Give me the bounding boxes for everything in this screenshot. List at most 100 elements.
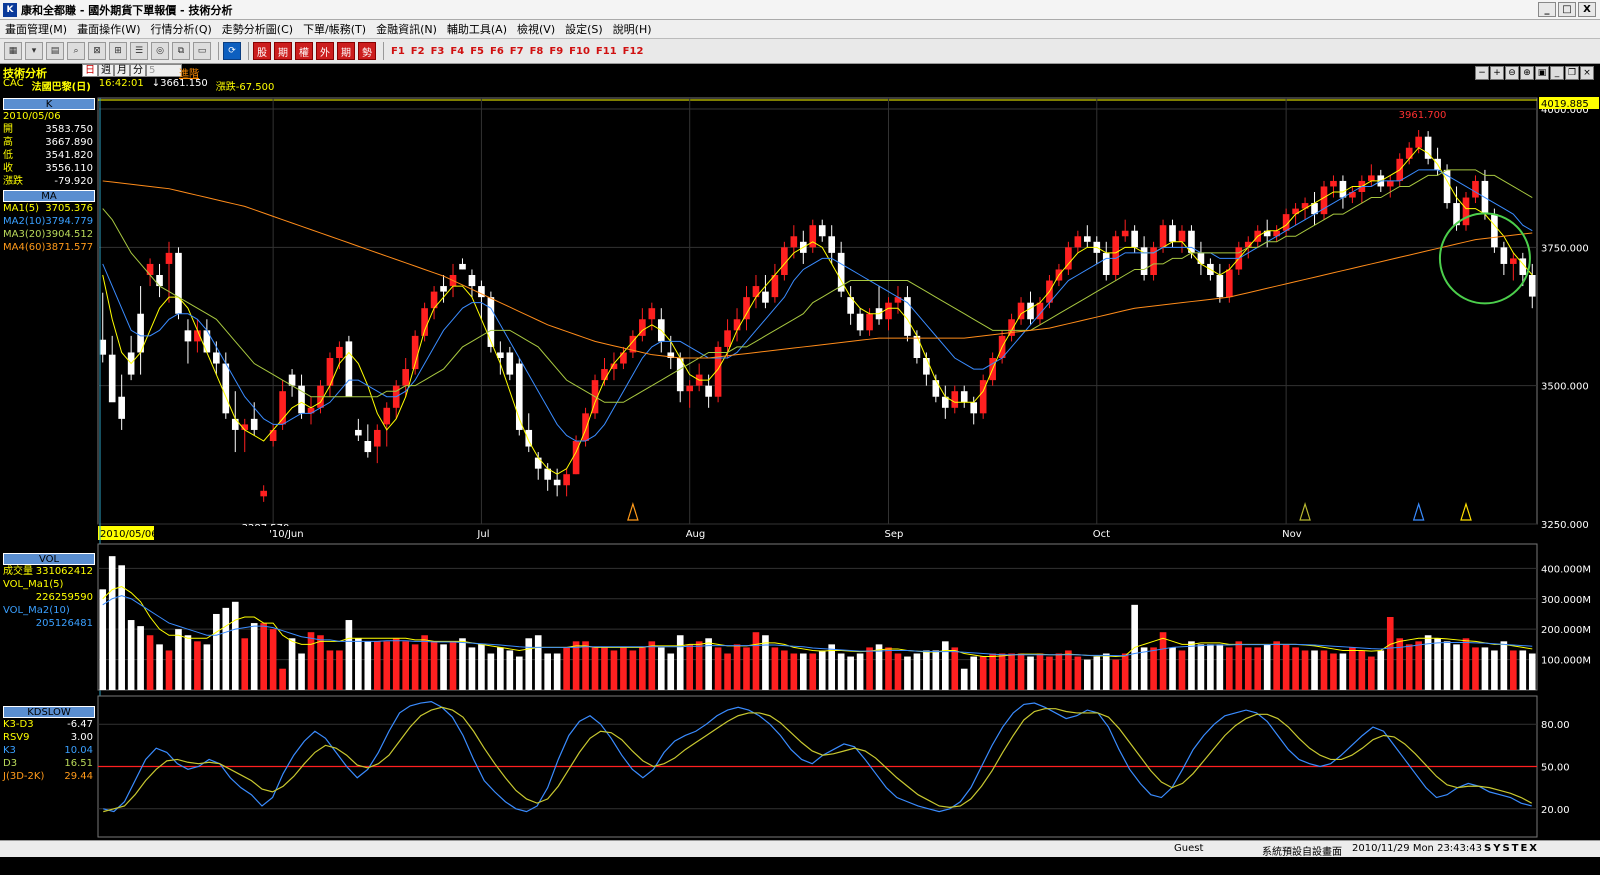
options-button[interactable]: 權 xyxy=(295,42,313,60)
volume-bar xyxy=(1121,653,1129,690)
volume-bar xyxy=(1263,644,1271,690)
kd-pane: 80.00 50.00 20.00 xyxy=(97,695,1570,838)
volume-bar xyxy=(1415,641,1422,690)
volume-bar xyxy=(279,668,286,690)
chart-settings-icon[interactable]: ▣ xyxy=(1535,66,1549,80)
maximize-button[interactable]: □ xyxy=(1558,2,1576,17)
volume-bar xyxy=(1282,644,1290,690)
fkey-f9[interactable]: F9 xyxy=(549,46,563,57)
x-axis-label: Sep xyxy=(885,529,904,540)
candle-body xyxy=(913,335,921,359)
kd-tick-label: 50.00 xyxy=(1541,763,1570,774)
candle-body xyxy=(1197,252,1205,264)
chart-area[interactable]: 4000.0003750.0003500.0003250.0004019.885… xyxy=(0,92,1600,840)
menu-trend-chart[interactable]: 走勢分析圖(C) xyxy=(217,21,298,37)
volume-bar xyxy=(317,635,324,690)
menu-tools[interactable]: 輔助工具(A) xyxy=(442,21,512,37)
close-button[interactable]: X xyxy=(1578,2,1596,17)
volume-bar xyxy=(478,644,485,690)
link-icon[interactable]: ⧉ xyxy=(172,42,190,60)
zoom-out-icon[interactable]: − xyxy=(1475,66,1489,80)
candle-body xyxy=(1008,319,1015,336)
refresh-icon[interactable]: ⟳ xyxy=(223,42,241,60)
volume-bar xyxy=(1112,659,1120,690)
fkey-f11[interactable]: F11 xyxy=(596,46,617,57)
fkey-f10[interactable]: F10 xyxy=(569,46,590,57)
fkey-f4[interactable]: F4 xyxy=(450,46,464,57)
volume-bar xyxy=(336,650,343,690)
fkey-f5[interactable]: F5 xyxy=(470,46,484,57)
grid-icon[interactable]: ⊞ xyxy=(109,42,127,60)
volume-bar xyxy=(345,620,353,690)
menu-help[interactable]: 說明(H) xyxy=(608,21,657,37)
volume-bar xyxy=(1491,650,1498,690)
fkey-f7[interactable]: F7 xyxy=(510,46,524,57)
futures-button[interactable]: 期 xyxy=(274,42,292,60)
volume-bar xyxy=(553,653,561,690)
print-icon[interactable]: ▤ xyxy=(46,42,64,60)
fkey-f12[interactable]: F12 xyxy=(623,46,644,57)
menu-quote-analysis[interactable]: 行情分析(Q) xyxy=(146,21,217,37)
magnify-plus-icon[interactable]: ⊕ xyxy=(1520,66,1534,80)
candle-body xyxy=(1510,258,1517,264)
futures2-button[interactable]: 期 xyxy=(337,42,355,60)
menu-financial-info[interactable]: 金融資訊(N) xyxy=(371,21,442,37)
candle-body xyxy=(402,369,409,386)
window-close-icon[interactable]: × xyxy=(1580,66,1594,80)
menu-settings[interactable]: 設定(S) xyxy=(560,21,608,37)
menu-screen-manage[interactable]: 畫面管理(M) xyxy=(0,21,72,37)
volume-bar xyxy=(601,647,608,690)
candle-body xyxy=(648,308,656,320)
list-icon[interactable]: ☰ xyxy=(130,42,148,60)
volume-bar xyxy=(421,635,428,690)
candle-body xyxy=(1112,236,1120,276)
period-week-button[interactable]: 週 xyxy=(98,64,114,77)
foreign-button[interactable]: 外 xyxy=(316,42,334,60)
magnify-minus-icon[interactable]: ⊖ xyxy=(1505,66,1519,80)
window-restore-icon[interactable]: ❐ xyxy=(1565,66,1579,80)
volume-pane: 400.000M 300.000M 200.000M 100.000M xyxy=(97,543,1591,691)
fkey-f1[interactable]: F1 xyxy=(391,46,405,57)
volume-bar xyxy=(1102,653,1110,690)
period-month-button[interactable]: 月 xyxy=(114,64,130,77)
status-user: Guest xyxy=(1174,843,1204,854)
volume-bar xyxy=(137,626,144,690)
volume-bar xyxy=(866,647,873,690)
toolbar-divider xyxy=(383,42,384,60)
fkey-f6[interactable]: F6 xyxy=(490,46,504,57)
candle-body xyxy=(1462,197,1470,226)
volume-bar xyxy=(364,641,372,690)
fkey-f3[interactable]: F3 xyxy=(431,46,445,57)
menu-view[interactable]: 檢視(V) xyxy=(512,21,560,37)
candle-body xyxy=(487,297,495,347)
layout-icon[interactable]: ▦ xyxy=(4,42,22,60)
coin-icon[interactable]: ◎ xyxy=(151,42,169,60)
quote-time: 16:42:01 xyxy=(98,78,144,89)
volume-bar xyxy=(1169,647,1176,690)
fkey-f8[interactable]: F8 xyxy=(530,46,544,57)
trend-button[interactable]: 勢 xyxy=(358,42,376,60)
period-minute-button[interactable]: 分 xyxy=(130,64,146,77)
close-window-icon[interactable]: ⊠ xyxy=(88,42,106,60)
dropdown-icon[interactable]: ▾ xyxy=(25,42,43,60)
period-day-button[interactable]: 日 xyxy=(82,64,98,77)
minimize-button[interactable]: _ xyxy=(1538,2,1556,17)
x-axis-label: 2010/05/06 xyxy=(100,529,158,540)
zoom-in-icon[interactable]: + xyxy=(1490,66,1504,80)
search-icon[interactable]: ⌕ xyxy=(67,42,85,60)
volume-bar xyxy=(1292,647,1299,690)
menu-order-account[interactable]: 下單/帳務(T) xyxy=(298,21,371,37)
volume-bar xyxy=(392,638,400,690)
window-minimize-icon[interactable]: _ xyxy=(1550,66,1564,80)
candle-body xyxy=(222,363,230,414)
minute-select[interactable]: 5 xyxy=(146,64,182,77)
stock-button[interactable]: 股 xyxy=(253,42,271,60)
window-icon[interactable]: ▭ xyxy=(193,42,211,60)
volume-bar xyxy=(970,656,978,690)
candle-body xyxy=(960,391,968,403)
volume-bar xyxy=(127,620,135,690)
volume-bar xyxy=(676,635,684,690)
fkey-f2[interactable]: F2 xyxy=(411,46,425,57)
menu-screen-ops[interactable]: 畫面操作(W) xyxy=(72,21,145,37)
volume-bar xyxy=(1462,638,1470,690)
